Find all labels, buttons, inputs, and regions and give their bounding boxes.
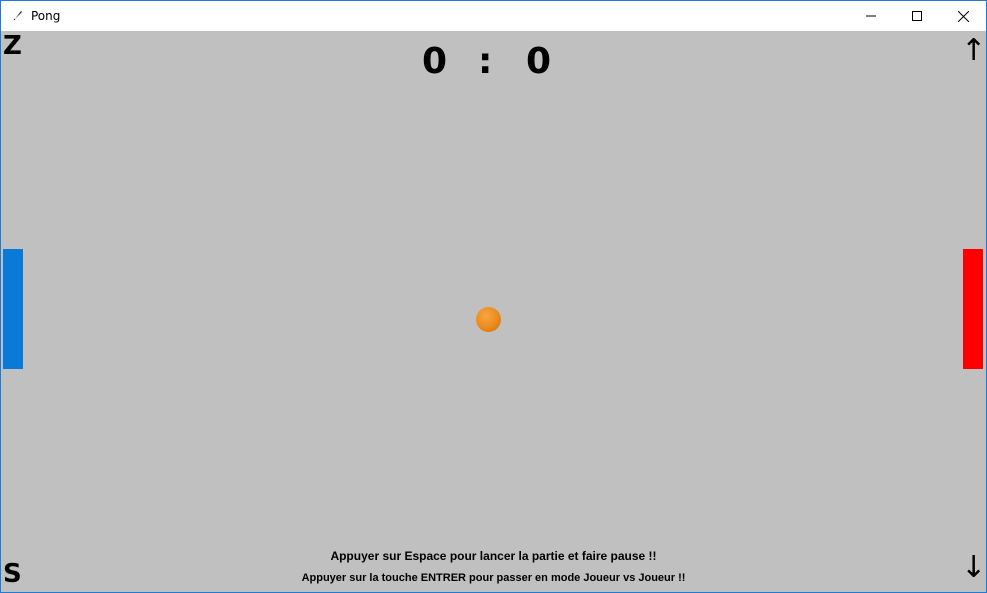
ball — [476, 307, 501, 332]
close-button[interactable] — [940, 1, 986, 31]
right-paddle — [963, 249, 983, 369]
mode-instruction: Appuyer sur la touche ENTRER pour passer… — [301, 572, 686, 584]
window-title: Pong — [31, 9, 61, 23]
arrow-up-icon: ↑ — [961, 33, 987, 68]
minimize-button[interactable] — [848, 1, 894, 31]
left-up-key-label: Z — [3, 31, 22, 61]
feather-icon — [12, 9, 24, 21]
close-icon — [957, 10, 969, 22]
title-bar[interactable]: Pong — [1, 1, 986, 31]
left-score: 0 — [422, 41, 448, 82]
game-area[interactable]: Z S ↑ ↓ 0 : 0 Appuyer sur Espace pour la… — [1, 31, 986, 592]
minimize-icon — [866, 15, 876, 17]
maximize-icon — [912, 11, 922, 21]
start-instruction: Appuyer sur Espace pour lancer la partie… — [330, 549, 657, 563]
app-window: Pong Z S ↑ ↓ 0 : 0 Appuyer sur Espace po… — [0, 0, 987, 593]
maximize-button[interactable] — [894, 1, 940, 31]
right-score: 0 — [526, 41, 552, 82]
score-separator: : — [478, 41, 493, 82]
left-paddle — [3, 249, 23, 369]
